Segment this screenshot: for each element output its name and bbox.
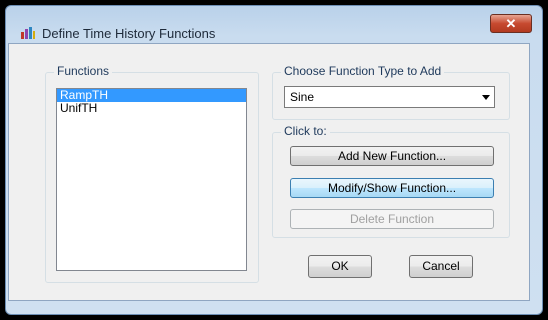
add-new-function-button[interactable]: Add New Function... [290, 146, 494, 166]
dropdown-arrow-icon [482, 95, 490, 100]
cancel-button[interactable]: Cancel [409, 255, 473, 278]
cancel-label: Cancel [422, 259, 460, 273]
close-button[interactable]: ✕ [490, 14, 532, 33]
app-icon [21, 27, 35, 39]
functions-listbox[interactable]: RampTH UnifTH [56, 88, 247, 271]
ok-button[interactable]: OK [308, 255, 372, 278]
ok-label: OK [331, 259, 349, 273]
modify-show-function-button[interactable]: Modify/Show Function... [290, 178, 494, 198]
function-type-value: Sine [290, 90, 315, 104]
add-new-function-label: Add New Function... [337, 149, 447, 163]
list-item-unifth[interactable]: UnifTH [57, 102, 246, 115]
delete-function-button[interactable]: Delete Function [290, 209, 494, 229]
functions-group-label: Functions [54, 64, 113, 78]
actions-group-label: Click to: [281, 124, 330, 138]
function-type-select[interactable]: Sine [284, 86, 495, 108]
close-icon: ✕ [505, 16, 517, 31]
window-title: Define Time History Functions [42, 26, 216, 41]
modify-show-function-label: Modify/Show Function... [327, 181, 457, 195]
function-type-group-label: Choose Function Type to Add [281, 64, 445, 78]
delete-function-label: Delete Function [349, 212, 435, 226]
